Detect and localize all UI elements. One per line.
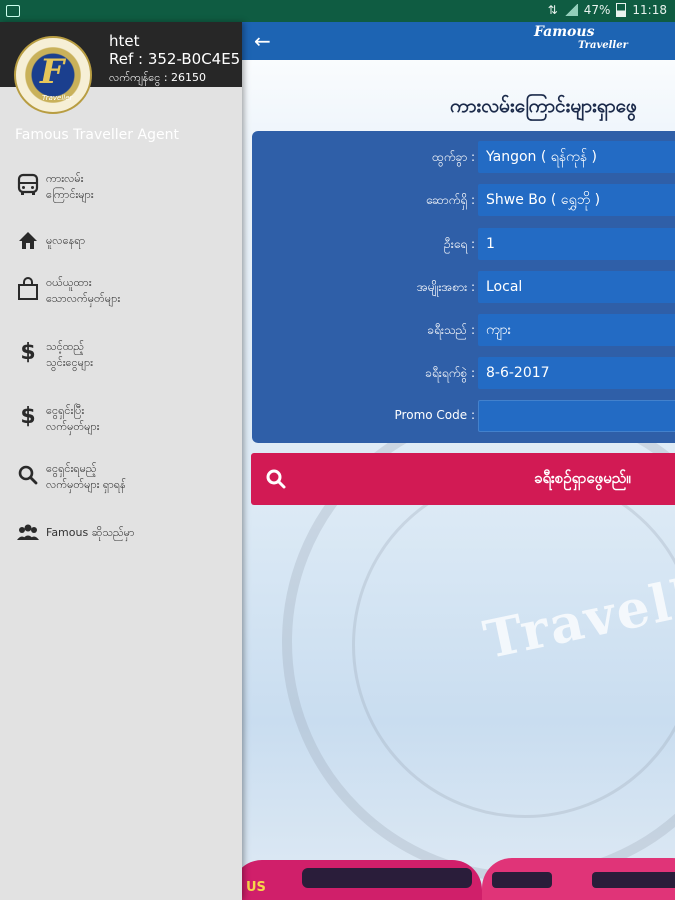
notification-icon (6, 5, 20, 17)
user-balance: လက်ကျန်ငွေ : 26150 (109, 71, 207, 84)
status-right: ⇅ 47% 11:18 (548, 3, 667, 17)
menu-label: လက်မှတ်များ ရှာရန် (46, 478, 126, 491)
to-row: ဆောက်ရှိ : Shwe Bo ( ရွှေဘို ) (252, 184, 675, 218)
brand-logo-sub: Traveller (578, 40, 628, 51)
navigation-drawer: htet Ref : 352-B0C4E5 လက်ကျန်ငွေ : 26150… (0, 22, 242, 900)
promo-label: Promo Code : (394, 408, 475, 422)
user-name: htet (109, 32, 140, 50)
bus-window (592, 872, 675, 888)
user-ref: Ref : 352-B0C4E5 (109, 50, 241, 68)
bus-image-right (482, 858, 675, 900)
app-toolbar: ← Famous Traveller (242, 22, 675, 60)
main-screen: Traveller ← Famous Traveller ကားလမ်းကြော… (242, 22, 675, 900)
menu-label: လက်မှတ်များ (46, 420, 100, 433)
search-trips-label: ခရီးစဉ်ရှာဖွေမည်။ (534, 469, 631, 487)
data-transfer-icon: ⇅ (547, 3, 558, 17)
seats-row: ဦးရေ : 1 (252, 228, 675, 262)
status-bar: ⇅ 47% 11:18 (0, 0, 675, 22)
menu-label: ကားလမ်း (46, 172, 84, 185)
menu-label: မူလနေရာ (46, 234, 86, 247)
menu-item-bus-routes[interactable]: ကားလမ်း ကြောင်းများ (0, 172, 242, 222)
search-trips-button[interactable]: ခရီးစဉ်ရှာဖွေမည်။ (251, 453, 675, 505)
menu-label: သွင်းငွေများ (46, 356, 93, 369)
menu-label: ငွေရှင်းရမည့် (46, 462, 97, 475)
passenger-label: ခရီးသည် : (427, 323, 475, 337)
bus-window (302, 868, 472, 888)
group-icon (17, 524, 39, 540)
promo-code-input[interactable] (478, 400, 675, 432)
search-form: ထွက်ခွာ : Yangon ( ရန်ကုန် ) ဆောက်ရှိ : … (252, 131, 675, 443)
from-row: ထွက်ခွာ : Yangon ( ရန်ကုန် ) (252, 141, 675, 175)
from-select[interactable]: Yangon ( ရန်ကုန် ) (478, 141, 675, 173)
logo-subtext: Traveller (42, 94, 73, 102)
bus-banner-image: US (242, 850, 675, 900)
search-icon (18, 465, 38, 485)
passenger-select[interactable]: ကျား (478, 314, 675, 346)
dollar-icon: $ (20, 340, 36, 365)
date-label: ခရီးရက်စွဲ : (425, 366, 475, 380)
menu-label: သင့်ထည့် (46, 340, 85, 353)
bus-icon (17, 173, 39, 195)
promo-row: Promo Code : (252, 400, 675, 434)
seats-select[interactable]: 1 (478, 228, 675, 260)
clock: 11:18 (632, 3, 667, 17)
passenger-row: ခရီးသည် : ကျား (252, 314, 675, 348)
menu-label: ဝယ်ယူထား (46, 276, 92, 289)
to-select[interactable]: Shwe Bo ( ရွှေဘို ) (478, 184, 675, 216)
menu-label: Famous ဆိုသည်မှာ (46, 526, 135, 539)
date-row: ခရီးရက်စွဲ : 8-6-2017 (252, 357, 675, 391)
bus-logo-text: US (246, 880, 266, 895)
menu-item-about[interactable]: Famous ဆိုသည်မှာ (0, 520, 242, 570)
logo-letter: F (40, 52, 65, 92)
home-icon (19, 232, 37, 249)
to-label: ဆောက်ရှိ : (425, 193, 475, 207)
nationality-select[interactable]: Local (478, 271, 675, 303)
nationality-label: အမျိုးအစား : (416, 280, 475, 294)
menu-label: ကြောင်းများ (46, 188, 94, 201)
battery-percent: 47% (583, 3, 611, 17)
dollar-icon: $ (20, 404, 36, 429)
menu-label: ငွေရှင်းပြီး (46, 404, 85, 417)
company-logo: F Traveller (14, 36, 92, 114)
brand-logo: Famous (534, 24, 595, 40)
back-arrow-icon[interactable]: ← (254, 30, 276, 52)
menu-item-search-unpaid[interactable]: ငွေရှင်းရမည့် လက်မှတ်များ ရှာရန် (0, 462, 242, 512)
page-title: ကားလမ်းကြောင်းများရှာဖွေ (450, 95, 637, 117)
search-icon (266, 469, 286, 489)
from-label: ထွက်ခွာ : (432, 150, 475, 164)
menu-item-home[interactable]: မူလနေရာ (0, 228, 242, 278)
menu-label: သောလက်မှတ်များ (46, 292, 121, 305)
bus-image-left: US (242, 860, 482, 900)
nationality-row: အမျိုးအစား : Local (252, 271, 675, 305)
seats-label: ဦးရေ : (444, 237, 475, 251)
menu-item-purchased-tickets[interactable]: ဝယ်ယူထား သောလက်မှတ်များ (0, 276, 242, 326)
menu-item-deposits[interactable]: $ သင့်ထည့် သွင်းငွေများ (0, 340, 242, 390)
date-field[interactable]: 8-6-2017 (478, 357, 675, 389)
shopping-bag-icon (18, 277, 38, 300)
agent-title: Famous Traveller Agent (15, 127, 179, 143)
battery-icon (616, 3, 627, 17)
bus-window (492, 872, 552, 888)
signal-icon (563, 4, 578, 16)
menu-item-paid-tickets[interactable]: $ ငွေရှင်းပြီး လက်မှတ်များ (0, 404, 242, 454)
